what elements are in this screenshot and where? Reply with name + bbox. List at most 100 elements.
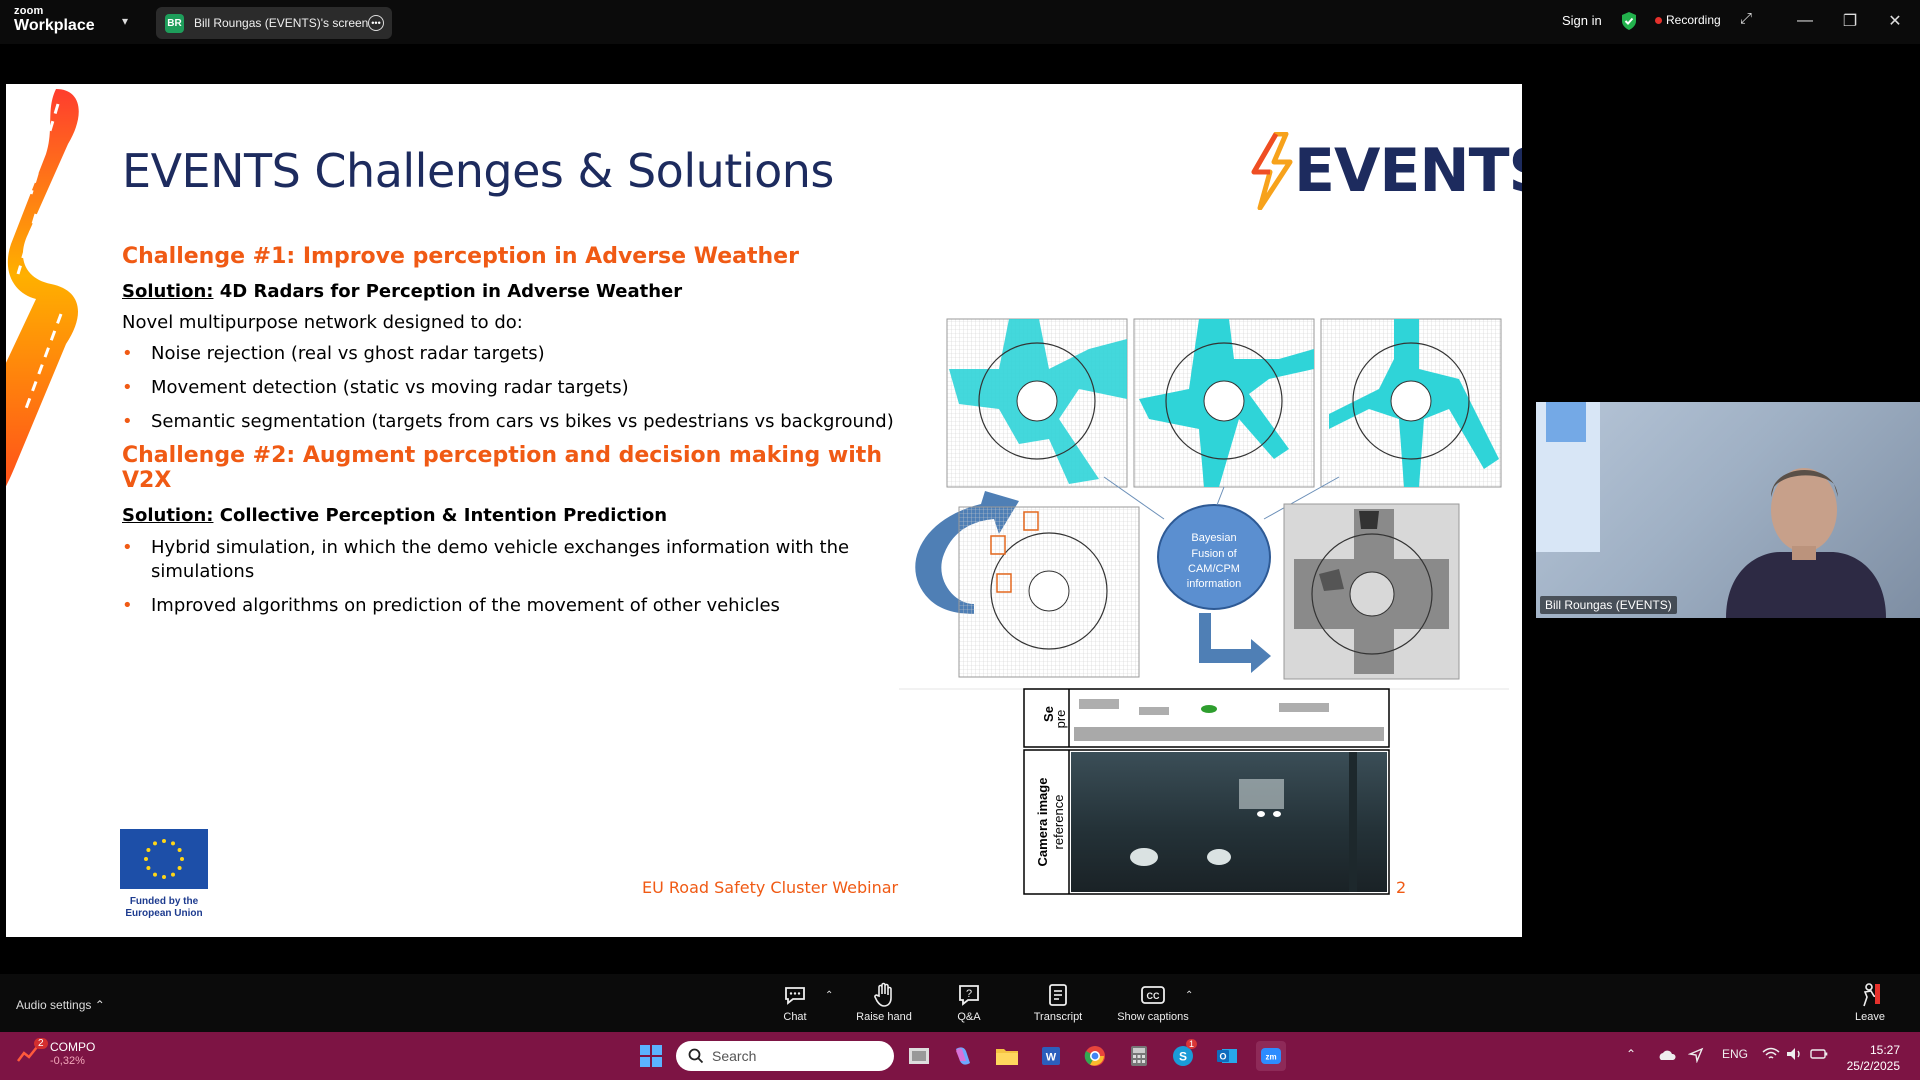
fusion-label: Bayesian [1191,532,1236,544]
chat-icon [755,982,835,1008]
screen-share-pill[interactable]: BR Bill Roungas (EVENTS)'s screen ••• [156,7,392,39]
list-item: Hybrid simulation, in which the demo veh… [122,536,882,584]
windows-start-icon[interactable] [636,1041,666,1071]
bullet-list-1: Noise rejection (real vs ghost radar tar… [122,342,902,433]
qa-button[interactable]: ? Q&A [929,982,1009,1023]
show-captions-button[interactable]: CC Show captions [1113,982,1193,1023]
svg-text:?: ? [966,988,972,1000]
question-icon: ? [929,982,1009,1008]
svg-text:pre: pre [1053,710,1068,729]
transcript-icon [1018,982,1098,1008]
svg-text:O: O [1219,1052,1226,1062]
windows-taskbar: 2 COMPO -0,32% Search W S 1 O zm ⌃ ENG 1… [0,1032,1920,1080]
record-dot-icon [1655,16,1662,24]
restore-button[interactable]: ❐ [1835,8,1865,34]
eu-flag-icon [120,829,208,889]
calculator-icon[interactable] [1124,1041,1154,1071]
file-explorer-icon[interactable] [992,1041,1022,1071]
fusion-label: Fusion of [1191,548,1237,560]
word-icon[interactable]: W [1036,1041,1066,1071]
wifi-icon[interactable] [1762,1047,1780,1064]
skype-icon[interactable]: S 1 [1168,1039,1198,1071]
perception-fusion-figure: Bayesian Fusion of CAM/CPM information S… [899,318,1509,895]
eu-star-icon [171,872,175,877]
location-icon[interactable] [1687,1047,1704,1066]
fusion-label: CAM/CPM [1188,563,1240,575]
battery-icon[interactable] [1810,1047,1828,1064]
task-view-icon[interactable] [904,1041,934,1071]
zoom-title-bar: zoom Workplace ▾ BR Bill Roungas (EVENTS… [0,0,1920,44]
eu-star-icon [144,857,148,861]
notification-badge: 2 [34,1038,48,1049]
chat-button[interactable]: Chat [755,982,835,1023]
solution-2: Solution: Collective Perception & Intent… [122,505,668,527]
minimize-button[interactable]: — [1790,8,1820,34]
copilot-icon[interactable] [948,1041,978,1071]
challenge-2-heading: Challenge #2: Augment perception and dec… [122,443,882,494]
page-number: 2 [1396,878,1407,897]
shield-check-icon[interactable] [1620,11,1638,36]
onedrive-icon[interactable] [1656,1047,1676,1064]
road-swoosh-graphic [6,89,79,487]
fullscreen-icon[interactable]: ⤢ [1740,10,1752,27]
svg-text:reference: reference [1051,795,1066,850]
chrome-icon[interactable] [1080,1041,1110,1071]
participant-name: Bill Roungas (EVENTS) [1540,596,1677,614]
chat-options-caret[interactable]: ⌃ [825,990,833,1001]
leave-icon [1832,982,1908,1008]
svg-text:W: W [1046,1052,1057,1064]
bullet-list-2: Hybrid simulation, in which the demo veh… [122,536,882,617]
leave-button[interactable]: Leave [1832,982,1908,1023]
avatar: BR [165,13,184,33]
notification-badge: 1 [1186,1039,1198,1049]
volume-icon[interactable] [1786,1047,1804,1064]
eu-star-icon [162,875,166,879]
slide-title: EVENTS Challenges & Solutions [122,144,834,198]
eu-star-icon [177,848,182,852]
list-item: Noise rejection (real vs ghost radar tar… [122,342,902,366]
occupancy-grid [958,506,1140,678]
eu-star-icon [146,866,151,870]
taskbar-search[interactable]: Search [676,1041,894,1071]
svg-text:Camera image: Camera image [1035,778,1050,867]
zoom-app-icon[interactable]: zm [1256,1041,1286,1071]
svg-text:CC: CC [1147,991,1160,1001]
eu-star-icon [146,848,151,852]
system-clock[interactable]: 15:27 25/2/2025 [1834,1042,1900,1074]
more-options-icon[interactable]: ••• [368,15,384,31]
events-logo: EVENTS [1246,132,1522,210]
occupancy-grid [1133,318,1315,488]
captions-options-caret[interactable]: ⌃ [1185,990,1193,1001]
fusion-label: information [1187,578,1241,590]
funded-by-eu-label: Funded by the European Union [125,896,203,919]
recording-indicator[interactable]: Recording [1655,13,1721,27]
outlook-icon[interactable]: O [1212,1041,1242,1071]
lightning-icon [1251,132,1293,210]
chevron-down-icon[interactable]: ▾ [122,14,128,28]
bayesian-fusion-node: Bayesian Fusion of CAM/CPM information [1157,504,1271,610]
challenge-1-heading: Challenge #1: Improve perception in Adve… [122,244,799,269]
shared-slide: EVENTS Challenges & Solutions EVENTS Cha… [6,84,1522,937]
svg-text:zm: zm [1265,1053,1276,1062]
zoom-logo: zoom Workplace [14,5,95,34]
show-hidden-icons-caret[interactable]: ⌃ [1626,1047,1636,1061]
eu-star-icon [171,841,175,846]
fused-occupancy-grid [1283,503,1460,680]
stock-widget[interactable]: 2 COMPO -0,32% [16,1038,95,1069]
close-button[interactable]: ✕ [1880,8,1910,34]
occupancy-grid [946,318,1128,488]
language-indicator[interactable]: ENG [1722,1047,1748,1061]
eu-star-icon [177,866,182,870]
cc-icon: CC [1113,982,1193,1008]
slide-footer: EU Road Safety Cluster Webinar [642,878,899,897]
raise-hand-button[interactable]: Raise hand [844,982,924,1023]
participant-video [1536,402,1886,618]
transcript-button[interactable]: Transcript [1018,982,1098,1023]
segmentation-panel: Se pre [1023,688,1390,748]
sign-in-link[interactable]: Sign in [1562,13,1602,28]
eu-star-icon [153,841,157,846]
participant-video-tile[interactable]: Bill Roungas (EVENTS) [1536,402,1920,618]
list-item: Improved algorithms on prediction of the… [122,594,882,618]
intro-text: Novel multipurpose network designed to d… [122,312,523,333]
audio-settings-button[interactable]: Audio settings ⌃ [16,998,105,1012]
